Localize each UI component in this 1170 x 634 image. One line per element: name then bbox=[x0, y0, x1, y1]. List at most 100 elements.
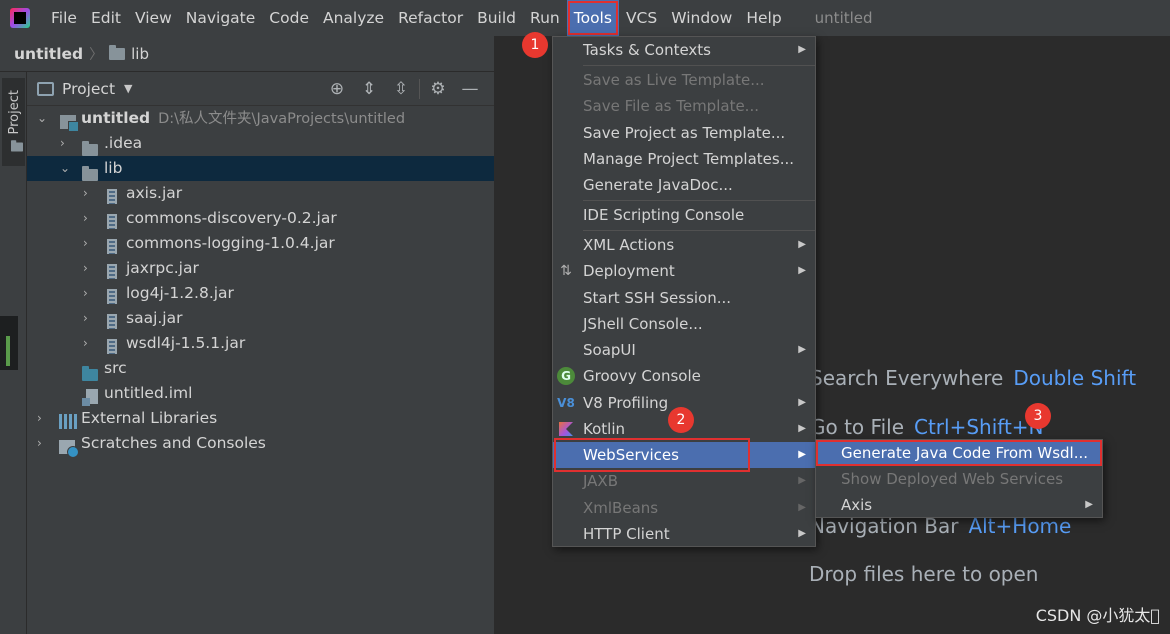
menu-item-xmlbeans[interactable]: XmlBeans ▶ bbox=[553, 495, 815, 521]
menu-item-label: JAXB bbox=[583, 472, 618, 490]
chevron-right-icon[interactable]: › bbox=[83, 231, 88, 256]
menu-item-label: HTTP Client bbox=[583, 525, 670, 543]
folder-icon bbox=[11, 140, 23, 152]
project-view-icon bbox=[37, 81, 54, 96]
chevron-right-icon[interactable]: › bbox=[83, 181, 88, 206]
tree-row-iml[interactable]: untitled.iml bbox=[27, 381, 494, 406]
intellij-logo-icon[interactable] bbox=[10, 8, 30, 28]
root-name: untitled bbox=[81, 109, 151, 127]
tree-label: untitled D:\私人文件夹\JavaProjects\untitled bbox=[81, 106, 405, 132]
chevron-right-icon[interactable]: › bbox=[37, 406, 42, 431]
left-tool-stripe: Project bbox=[0, 72, 27, 634]
menu-item-soapui[interactable]: SoapUI ▶ bbox=[553, 337, 815, 363]
submenu-arrow-icon: ▶ bbox=[1085, 499, 1093, 510]
menu-refactor[interactable]: Refactor bbox=[391, 0, 470, 36]
tree-label: src bbox=[104, 359, 127, 377]
chevron-right-icon[interactable]: › bbox=[60, 131, 65, 156]
tree-row-jar[interactable]: › commons-logging-1.0.4.jar bbox=[27, 231, 494, 256]
project-tool-tab[interactable]: Project bbox=[2, 78, 25, 166]
breadcrumb-project[interactable]: untitled bbox=[14, 45, 83, 63]
menu-item-http-client[interactable]: HTTP Client ▶ bbox=[553, 521, 815, 547]
tree-row-lib[interactable]: ⌄ lib bbox=[27, 156, 494, 181]
submenu-arrow-icon: ▶ bbox=[798, 344, 806, 355]
locate-icon[interactable]: ⊕ bbox=[321, 79, 353, 99]
menu-item-save-project-template[interactable]: Save Project as Template... bbox=[553, 120, 815, 146]
tree-label: lib bbox=[104, 159, 123, 177]
tree-label: Scratches and Consoles bbox=[81, 434, 266, 452]
chevron-right-icon[interactable]: › bbox=[83, 206, 88, 231]
menu-item-jshell-console[interactable]: JShell Console... bbox=[553, 311, 815, 337]
expand-all-icon[interactable]: ⇕ bbox=[353, 79, 385, 99]
menu-help[interactable]: Help bbox=[739, 0, 788, 36]
tree-row-jar[interactable]: › saaj.jar bbox=[27, 306, 494, 331]
menu-window[interactable]: Window bbox=[664, 0, 739, 36]
tree-row-jar[interactable]: › jaxrpc.jar bbox=[27, 256, 494, 281]
chevron-right-icon[interactable]: › bbox=[37, 431, 42, 456]
chevron-right-icon[interactable]: › bbox=[83, 306, 88, 331]
menu-item-generate-javadoc[interactable]: Generate JavaDoc... bbox=[553, 172, 815, 198]
menu-run[interactable]: Run bbox=[523, 0, 567, 36]
groovy-icon: G bbox=[557, 367, 575, 385]
chevron-down-icon[interactable]: ⌄ bbox=[60, 156, 70, 181]
chevron-right-icon[interactable]: › bbox=[83, 256, 88, 281]
menu-item-xml-actions[interactable]: XML Actions ▶ bbox=[553, 232, 815, 258]
tree-row-src[interactable]: src bbox=[27, 356, 494, 381]
tree-row-root[interactable]: ⌄ untitled D:\私人文件夹\JavaProjects\untitled bbox=[27, 106, 494, 132]
v8-icon: V8 bbox=[557, 396, 575, 410]
collapse-all-icon[interactable]: ⇳ bbox=[385, 79, 417, 99]
menu-item-show-deployed-services[interactable]: Show Deployed Web Services bbox=[816, 466, 1102, 492]
project-tree: ⌄ untitled D:\私人文件夹\JavaProjects\untitled… bbox=[27, 106, 494, 458]
tree-row-jar[interactable]: › wsdl4j-1.5.1.jar bbox=[27, 331, 494, 356]
minimize-icon[interactable]: — bbox=[454, 79, 486, 99]
menu-analyze[interactable]: Analyze bbox=[316, 0, 391, 36]
panel-toolbar: ⊕ ⇕ ⇳ ⚙ — bbox=[321, 72, 486, 106]
tree-row-jar[interactable]: › commons-discovery-0.2.jar bbox=[27, 206, 494, 231]
project-tab-label: Project bbox=[7, 90, 22, 135]
menu-item-deployment[interactable]: ⇅ Deployment ▶ bbox=[553, 258, 815, 284]
menu-item-label: Axis bbox=[841, 496, 873, 514]
submenu-arrow-icon: ▶ bbox=[798, 528, 806, 539]
menu-tools[interactable]: Tools bbox=[566, 0, 619, 36]
menu-item-groovy-console[interactable]: G Groovy Console bbox=[553, 363, 815, 389]
breadcrumb-folder[interactable]: lib bbox=[131, 45, 149, 63]
menu-file[interactable]: File bbox=[44, 0, 84, 36]
gear-icon[interactable]: ⚙ bbox=[422, 79, 454, 99]
root-path: D:\私人文件夹\JavaProjects\untitled bbox=[158, 111, 406, 127]
tree-row-scratches[interactable]: › Scratches and Consoles bbox=[27, 431, 494, 458]
tree-row-idea[interactable]: › .idea bbox=[27, 131, 494, 156]
tree-row-jar[interactable]: › log4j-1.2.8.jar bbox=[27, 281, 494, 306]
menu-build[interactable]: Build bbox=[470, 0, 523, 36]
menu-item-save-live-template[interactable]: Save as Live Template... bbox=[553, 67, 815, 93]
menu-item-label: Deployment bbox=[583, 262, 675, 280]
tree-row-external-libraries[interactable]: › External Libraries bbox=[27, 406, 494, 431]
menu-edit[interactable]: Edit bbox=[84, 0, 128, 36]
folder-icon bbox=[109, 44, 126, 60]
menu-item-axis[interactable]: Axis ▶ bbox=[816, 492, 1102, 518]
menu-item-ssh-session[interactable]: Start SSH Session... bbox=[553, 285, 815, 311]
menu-item-ide-scripting-console[interactable]: IDE Scripting Console bbox=[553, 202, 815, 228]
chevron-down-icon[interactable]: ▼ bbox=[124, 82, 132, 95]
menu-view[interactable]: View bbox=[128, 0, 179, 36]
chevron-down-icon[interactable]: ⌄ bbox=[37, 106, 47, 131]
menu-item-tasks-contexts[interactable]: Tasks & Contexts ▶ bbox=[553, 37, 815, 63]
menu-navigate[interactable]: Navigate bbox=[179, 0, 263, 36]
submenu-arrow-icon: ▶ bbox=[798, 44, 806, 55]
scratches-icon bbox=[59, 437, 79, 462]
menu-bar: File Edit View Navigate Code Analyze Ref… bbox=[0, 0, 1170, 36]
watermark: CSDN @小犹太  bbox=[1035, 606, 1160, 625]
chevron-right-icon[interactable]: › bbox=[83, 281, 88, 306]
hint-label: Go to File bbox=[810, 415, 904, 439]
menu-code[interactable]: Code bbox=[262, 0, 316, 36]
menu-divider bbox=[583, 200, 815, 201]
menu-item-label: Groovy Console bbox=[583, 367, 701, 385]
webservices-submenu: Generate Java Code From Wsdl... Show Dep… bbox=[815, 439, 1103, 518]
tree-row-jar[interactable]: › axis.jar bbox=[27, 181, 494, 206]
menu-item-generate-java-from-wsdl[interactable]: Generate Java Code From Wsdl... bbox=[816, 440, 1102, 466]
hint-shortcut: Ctrl+Shift+N bbox=[914, 415, 1044, 439]
menu-vcs[interactable]: VCS bbox=[619, 0, 664, 36]
panel-title[interactable]: Project bbox=[62, 80, 115, 98]
menu-item-save-file-template[interactable]: Save File as Template... bbox=[553, 93, 815, 119]
chevron-right-icon[interactable]: › bbox=[83, 331, 88, 356]
menu-item-label: XmlBeans bbox=[583, 499, 659, 517]
menu-item-manage-templates[interactable]: Manage Project Templates... bbox=[553, 146, 815, 172]
